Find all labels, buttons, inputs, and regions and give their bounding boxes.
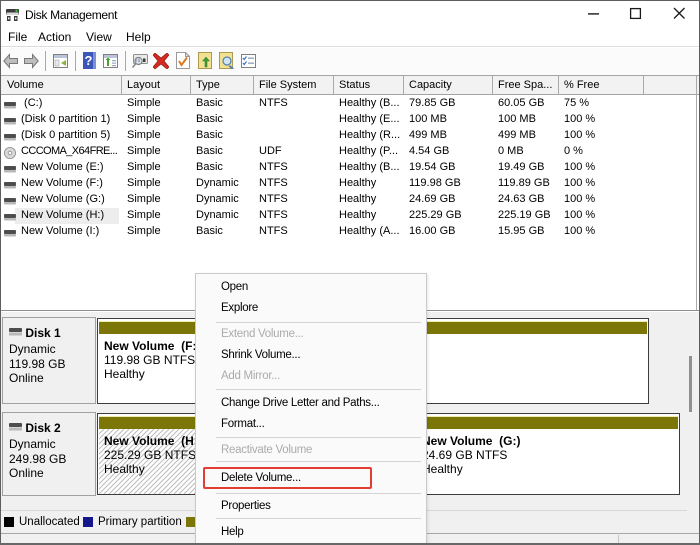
- svg-text:?: ?: [85, 53, 93, 68]
